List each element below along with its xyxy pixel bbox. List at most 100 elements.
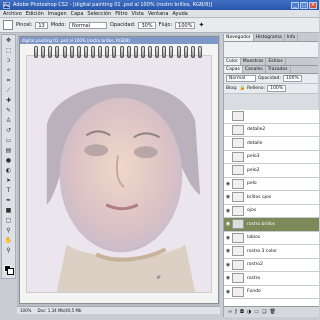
opacity-field[interactable]: 30% xyxy=(138,21,156,29)
brush-tool-icon[interactable]: ✎ xyxy=(2,106,15,115)
lasso-tool-icon[interactable]: ↄ xyxy=(2,56,15,65)
link-layers-icon[interactable]: ∞ xyxy=(228,309,232,315)
tab-trazados[interactable]: Trazados xyxy=(266,66,291,73)
crop-tool-icon[interactable]: ⌗ xyxy=(2,76,15,85)
marquee-tool-icon[interactable]: ⬚ xyxy=(2,46,15,55)
brush-size-field[interactable]: 13 xyxy=(35,21,48,29)
layer-row[interactable] xyxy=(224,110,319,124)
background-color-swatch[interactable] xyxy=(7,268,14,275)
eyedropper-tool-icon[interactable]: ⚲ xyxy=(2,226,15,235)
brush-tool-preset-icon[interactable] xyxy=(3,20,13,30)
layer-row[interactable]: pelo3 xyxy=(224,151,319,164)
eraser-tool-icon[interactable]: ▭ xyxy=(2,136,15,145)
zoom-tool-icon[interactable]: ⚲ xyxy=(2,246,15,255)
shape-tool-icon[interactable]: ■ xyxy=(2,206,15,215)
layer-row[interactable]: detalle xyxy=(224,137,319,151)
menu-imagen[interactable]: Imagen xyxy=(48,11,67,17)
layer-row[interactable]: ◉ rostro2 xyxy=(224,259,319,272)
options-bar: Pincel: 13 Modo: Normal Opacidad: 30% Fl… xyxy=(0,18,319,33)
spiral-ring xyxy=(98,46,103,58)
maximize-button[interactable]: □ xyxy=(300,1,308,9)
dodge-tool-icon[interactable]: ◐ xyxy=(2,166,15,175)
new-group-icon[interactable]: ▭ xyxy=(254,309,259,315)
spiral-ring xyxy=(126,46,131,58)
visibility-eye-icon[interactable]: ◉ xyxy=(224,235,232,241)
fill-field[interactable]: 100% xyxy=(267,85,287,92)
layer-row[interactable]: ◉ rostro xyxy=(224,272,319,286)
history-brush-tool-icon[interactable]: ↺ xyxy=(2,126,15,135)
visibility-eye-icon[interactable]: ◉ xyxy=(224,248,232,254)
blend-mode-select[interactable]: Normal xyxy=(226,75,256,82)
tab-navegador[interactable]: Navegador xyxy=(224,34,254,41)
tab-color[interactable]: Color xyxy=(224,58,241,65)
menu-bar: Archivo Edición Imagen Capa Selección Fi… xyxy=(0,10,319,18)
menu-filtro[interactable]: Filtro xyxy=(115,11,127,17)
menu-archivo[interactable]: Archivo xyxy=(3,11,22,17)
layer-row-selected[interactable]: ◉ rostro brillos xyxy=(224,218,319,232)
hand-tool-icon[interactable]: ✋ xyxy=(2,236,15,245)
airbrush-icon[interactable]: ✦ xyxy=(198,21,204,29)
layer-thumbnail xyxy=(232,286,244,297)
menu-capa[interactable]: Capa xyxy=(71,11,84,17)
menu-ventana[interactable]: Ventana xyxy=(148,11,169,17)
notes-tool-icon[interactable]: ▢ xyxy=(2,216,15,225)
navigator-panel xyxy=(224,42,318,58)
gradient-tool-icon[interactable]: ▤ xyxy=(2,146,15,155)
stamp-tool-icon[interactable]: ♙ xyxy=(2,116,15,125)
new-layer-icon[interactable]: ❏ xyxy=(262,309,266,315)
menu-edicion[interactable]: Edición xyxy=(26,11,44,17)
menu-seleccion[interactable]: Selección xyxy=(87,11,111,17)
layer-row[interactable]: ◉ brillos ojos xyxy=(224,191,319,205)
zoom-level[interactable]: 100% xyxy=(20,307,31,314)
layer-thumbnail xyxy=(232,138,244,149)
type-tool-icon[interactable]: T xyxy=(2,186,15,195)
layer-row[interactable]: ◉ pelo xyxy=(224,178,319,191)
path-selection-tool-icon[interactable]: ➤ xyxy=(2,176,15,185)
layer-row[interactable]: pelo2 xyxy=(224,164,319,178)
tab-info[interactable]: Info xyxy=(285,34,299,41)
layer-row[interactable]: ◉ Fondo xyxy=(224,286,319,299)
layer-row[interactable]: ◉ rostro 3 color xyxy=(224,245,319,259)
slice-tool-icon[interactable]: ⟋ xyxy=(2,86,15,95)
layer-style-icon[interactable]: ƒ xyxy=(235,309,237,315)
adjustment-layer-icon[interactable]: ◑ xyxy=(247,309,251,315)
blur-tool-icon[interactable]: ● xyxy=(2,156,15,165)
delete-layer-icon[interactable]: 🗑 xyxy=(270,309,276,315)
visibility-eye-icon[interactable]: ◉ xyxy=(224,262,232,268)
close-button[interactable]: × xyxy=(309,1,317,9)
visibility-eye-icon[interactable]: ◉ xyxy=(224,194,232,200)
spiral-ring xyxy=(155,46,160,58)
flow-field[interactable]: 100% xyxy=(175,21,196,29)
menu-ayuda[interactable]: Ayuda xyxy=(172,11,187,17)
visibility-eye-icon[interactable]: ◉ xyxy=(224,289,232,295)
visibility-eye-icon[interactable]: ◉ xyxy=(224,181,232,187)
move-tool-icon[interactable]: ✥ xyxy=(2,36,15,45)
sketchbook-page[interactable]: ❦ xyxy=(26,55,212,293)
tab-estilos[interactable]: Estilos xyxy=(266,58,286,65)
menu-vista[interactable]: Vista xyxy=(132,11,144,17)
minimize-button[interactable]: _ xyxy=(291,1,299,9)
tab-histograma[interactable]: Histograma xyxy=(254,34,285,41)
magic-wand-tool-icon[interactable]: ✧ xyxy=(2,66,15,75)
lock-icon[interactable]: 🔒 xyxy=(239,86,245,91)
pen-tool-icon[interactable]: ✒ xyxy=(2,196,15,205)
layer-thumbnail xyxy=(232,178,244,189)
spiral-ring xyxy=(91,46,95,58)
healing-brush-tool-icon[interactable]: ✚ xyxy=(2,96,15,105)
mode-select[interactable]: Normal xyxy=(69,21,108,29)
layer-opacity-field[interactable]: 100% xyxy=(282,75,302,82)
tab-canales[interactable]: Canales xyxy=(243,66,266,73)
spiral-ring xyxy=(83,46,88,58)
layer-row[interactable]: ◉ ojos xyxy=(224,205,319,218)
visibility-eye-icon[interactable]: ◉ xyxy=(224,275,232,281)
layer-row[interactable]: ◉ labios xyxy=(224,232,319,245)
visibility-eye-icon[interactable]: ◉ xyxy=(224,208,232,214)
tab-muestras[interactable]: Muestras xyxy=(241,58,267,65)
layer-name: detalle2 xyxy=(247,127,266,133)
spiral-ring xyxy=(140,46,145,58)
visibility-eye-icon[interactable]: ◉ xyxy=(224,221,232,227)
tab-capas[interactable]: Capas xyxy=(224,66,243,73)
layer-mask-icon[interactable]: ◘ xyxy=(240,309,244,315)
color-tabs: Color Muestras Estilos xyxy=(224,58,318,66)
layer-row[interactable]: detalle2 xyxy=(224,124,319,137)
